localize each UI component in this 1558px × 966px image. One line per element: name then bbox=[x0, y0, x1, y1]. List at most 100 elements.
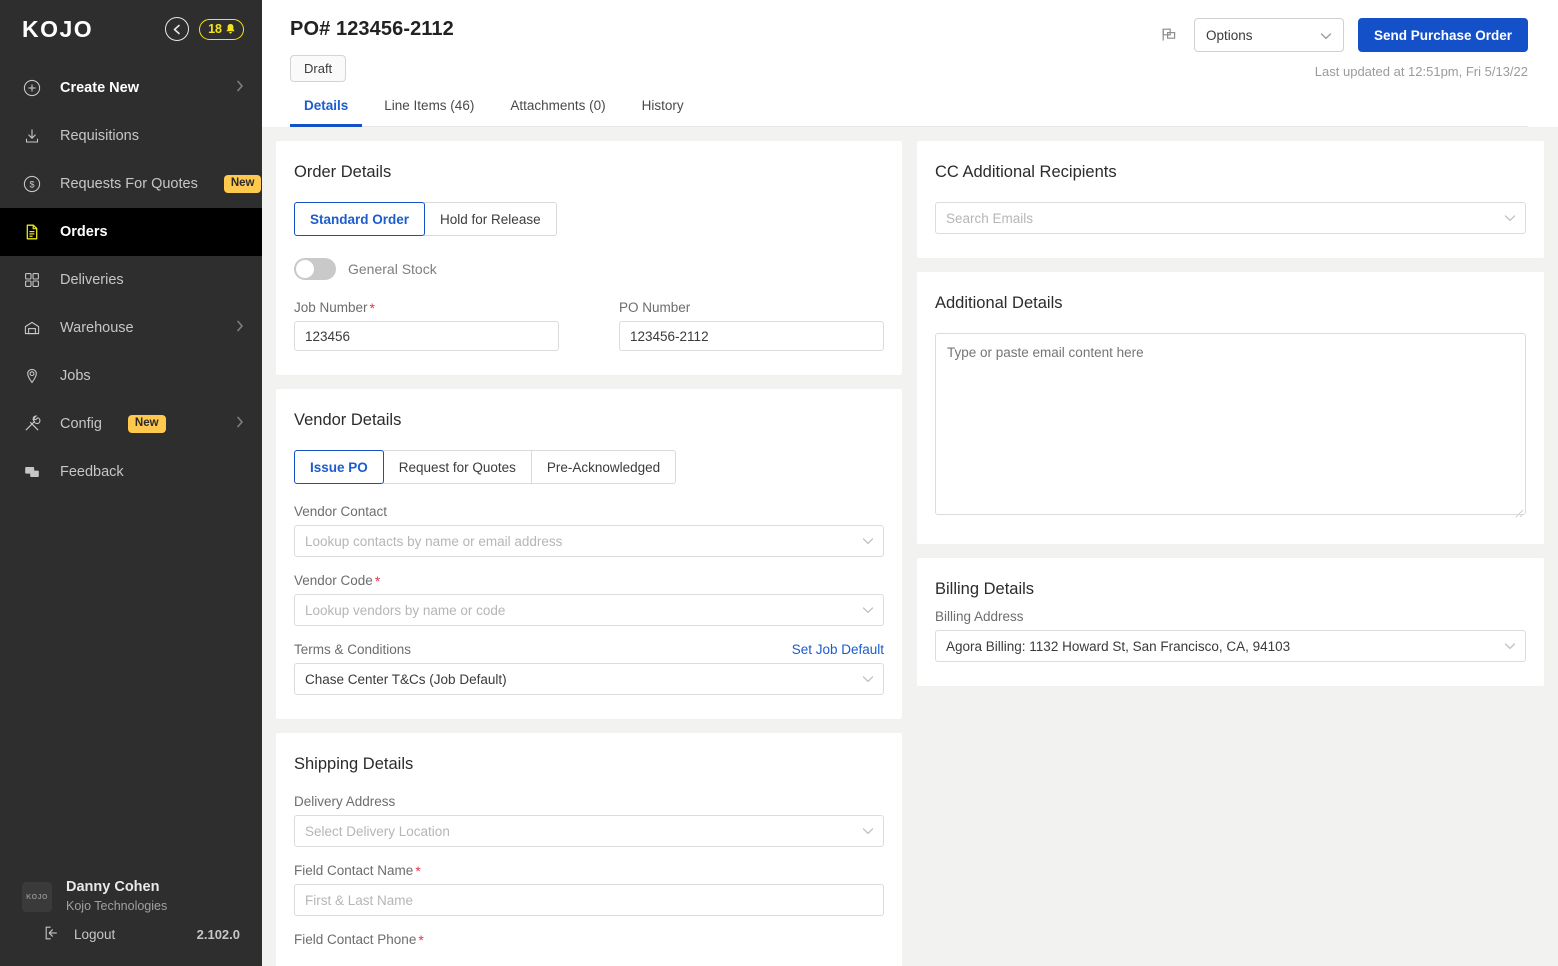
vendor-contact-input[interactable]: Lookup contacts by name or email address bbox=[294, 525, 884, 557]
logout-icon bbox=[44, 925, 60, 944]
grid-apps-icon bbox=[22, 270, 42, 290]
logout-label: Logout bbox=[74, 927, 116, 942]
flag-button[interactable] bbox=[1158, 24, 1180, 46]
sidebar-item-config[interactable]: Config New bbox=[0, 400, 262, 448]
job-number-input[interactable]: 123456 bbox=[294, 321, 559, 351]
vendor-contact-field: Vendor Contact Lookup contacts by name o… bbox=[294, 504, 884, 557]
app-version: 2.102.0 bbox=[196, 927, 240, 942]
tab-line-items[interactable]: Line Items (46) bbox=[370, 98, 488, 127]
segment-issue-po[interactable]: Issue PO bbox=[294, 450, 384, 484]
terms-conditions-value[interactable]: Chase Center T&Cs (Job Default) bbox=[294, 663, 884, 695]
logout-button[interactable]: Logout bbox=[44, 925, 115, 944]
sidebar-item-jobs[interactable]: Jobs bbox=[0, 352, 262, 400]
delivery-address-input[interactable]: Select Delivery Location bbox=[294, 815, 884, 847]
page-header: PO# 123456-2112 Draft Options Send Purch… bbox=[262, 0, 1558, 127]
tab-bar: Details Line Items (46) Attachments (0) … bbox=[290, 98, 1528, 127]
plus-circle-icon bbox=[22, 78, 42, 98]
terms-label-row: Terms & Conditions Set Job Default bbox=[294, 642, 884, 657]
sidebar-badge-new: New bbox=[127, 415, 166, 433]
field-contact-name-input[interactable]: First & Last Name bbox=[294, 884, 884, 916]
sidebar-item-feedback[interactable]: Feedback bbox=[0, 448, 262, 496]
terms-conditions-field: Terms & Conditions Set Job Default Chase… bbox=[294, 642, 884, 695]
sidebar-item-label: Requests For Quotes bbox=[60, 176, 198, 192]
additional-details-card: Additional Details bbox=[917, 272, 1544, 544]
vendor-code-select[interactable]: Lookup vendors by name or code bbox=[294, 594, 884, 626]
svg-text:$: $ bbox=[29, 179, 34, 189]
cc-recipients-select[interactable]: Search Emails bbox=[935, 202, 1526, 234]
terms-conditions-select[interactable]: Chase Center T&Cs (Job Default) bbox=[294, 663, 884, 695]
sidebar-user[interactable]: KOJO Danny Cohen Kojo Technologies bbox=[0, 869, 262, 925]
sidebar-item-warehouse[interactable]: Warehouse bbox=[0, 304, 262, 352]
additional-details-title: Additional Details bbox=[935, 294, 1063, 312]
sidebar-item-label: Requisitions bbox=[60, 128, 139, 144]
required-asterisk: * bbox=[418, 931, 424, 948]
toggle-knob bbox=[296, 260, 314, 278]
tools-icon bbox=[22, 414, 42, 434]
content-area: Order Details Standard Order Hold for Re… bbox=[262, 127, 1558, 966]
last-updated-text: Last updated at 12:51pm, Fri 5/13/22 bbox=[1314, 64, 1528, 79]
delivery-address-select[interactable]: Select Delivery Location bbox=[294, 815, 884, 847]
job-number-label-text: Job Number bbox=[294, 300, 368, 315]
vendor-details-card: Vendor Details Issue PO Request for Quot… bbox=[276, 389, 902, 719]
segment-request-for-quotes[interactable]: Request for Quotes bbox=[382, 450, 532, 484]
bell-icon bbox=[226, 24, 235, 34]
field-contact-phone-label: Field Contact Phone * bbox=[294, 932, 884, 947]
sidebar-item-requests-for-quotes[interactable]: $ Requests For Quotes New bbox=[0, 160, 262, 208]
document-icon bbox=[22, 222, 42, 242]
segment-hold-for-release[interactable]: Hold for Release bbox=[424, 202, 557, 236]
billing-address-value[interactable]: Agora Billing: 1132 Howard St, San Franc… bbox=[935, 630, 1526, 662]
additional-details-textarea[interactable] bbox=[935, 333, 1526, 515]
collapse-sidebar-button[interactable] bbox=[165, 17, 190, 41]
field-contact-name-label-text: Field Contact Name bbox=[294, 863, 414, 878]
notifications-badge[interactable]: 18 bbox=[199, 18, 244, 40]
vendor-code-input[interactable]: Lookup vendors by name or code bbox=[294, 594, 884, 626]
po-number-field: PO Number 123456-2112 bbox=[619, 300, 884, 351]
vendor-contact-select[interactable]: Lookup contacts by name or email address bbox=[294, 525, 884, 557]
tab-attachments[interactable]: Attachments (0) bbox=[496, 98, 619, 127]
po-number-label: PO Number bbox=[619, 300, 691, 315]
sidebar-item-requisitions[interactable]: Requisitions bbox=[0, 112, 262, 160]
additional-details-textarea-wrap bbox=[935, 333, 1526, 520]
sidebar-item-label: Config bbox=[60, 416, 102, 432]
sidebar-badge-new: New bbox=[223, 175, 262, 193]
sidebar-item-orders[interactable]: Orders bbox=[0, 208, 262, 256]
sidebar-item-label: Jobs bbox=[60, 368, 91, 384]
options-dropdown[interactable]: Options bbox=[1193, 18, 1344, 52]
segment-pre-acknowledged[interactable]: Pre-Acknowledged bbox=[530, 450, 677, 484]
order-details-title: Order Details bbox=[294, 163, 392, 181]
sidebar-item-label: Warehouse bbox=[60, 320, 134, 336]
order-details-card: Order Details Standard Order Hold for Re… bbox=[276, 141, 902, 375]
right-column: CC Additional Recipients Search Emails A… bbox=[917, 141, 1544, 686]
chevron-right-icon bbox=[236, 320, 244, 336]
order-type-segmented-control: Standard Order Hold for Release bbox=[294, 202, 884, 236]
general-stock-toggle[interactable] bbox=[294, 258, 336, 280]
sidebar-item-label: Orders bbox=[60, 224, 108, 240]
send-purchase-order-button[interactable]: Send Purchase Order bbox=[1357, 18, 1528, 52]
vendor-code-label: Vendor Code * bbox=[294, 573, 884, 588]
sidebar-footer: Logout 2.102.0 bbox=[0, 925, 262, 966]
kojo-logo: KOJO bbox=[22, 15, 94, 42]
segment-standard-order[interactable]: Standard Order bbox=[294, 202, 426, 236]
sidebar-item-create-new[interactable]: Create New bbox=[0, 64, 262, 112]
job-number-label: Job Number * bbox=[294, 300, 559, 315]
sidebar-item-label: Feedback bbox=[60, 464, 124, 480]
cc-recipients-input[interactable]: Search Emails bbox=[935, 202, 1526, 234]
billing-address-select[interactable]: Agora Billing: 1132 Howard St, San Franc… bbox=[935, 630, 1526, 662]
sidebar-item-deliveries[interactable]: Deliveries bbox=[0, 256, 262, 304]
chevron-left-icon bbox=[173, 24, 180, 34]
vendor-code-label-text: Vendor Code bbox=[294, 573, 373, 588]
delivery-address-field: Delivery Address Select Delivery Locatio… bbox=[294, 794, 884, 847]
field-contact-name-field: Field Contact Name * First & Last Name bbox=[294, 863, 884, 916]
cc-recipients-title: CC Additional Recipients bbox=[935, 163, 1117, 181]
set-job-default-link[interactable]: Set Job Default bbox=[792, 642, 884, 657]
sidebar: KOJO 18 Create New Requisitions $ Reques… bbox=[0, 0, 262, 966]
terms-conditions-label: Terms & Conditions bbox=[294, 642, 412, 657]
tab-details[interactable]: Details bbox=[290, 98, 363, 127]
po-number-input[interactable]: 123456-2112 bbox=[619, 321, 884, 351]
tab-history[interactable]: History bbox=[628, 98, 698, 127]
flag-icon bbox=[1162, 28, 1176, 41]
vendor-action-segmented-control: Issue PO Request for Quotes Pre-Acknowle… bbox=[294, 450, 884, 484]
billing-address-label: Billing Address bbox=[935, 609, 1024, 624]
field-contact-phone-field: Field Contact Phone * bbox=[294, 932, 884, 947]
chevron-right-icon bbox=[236, 80, 244, 96]
